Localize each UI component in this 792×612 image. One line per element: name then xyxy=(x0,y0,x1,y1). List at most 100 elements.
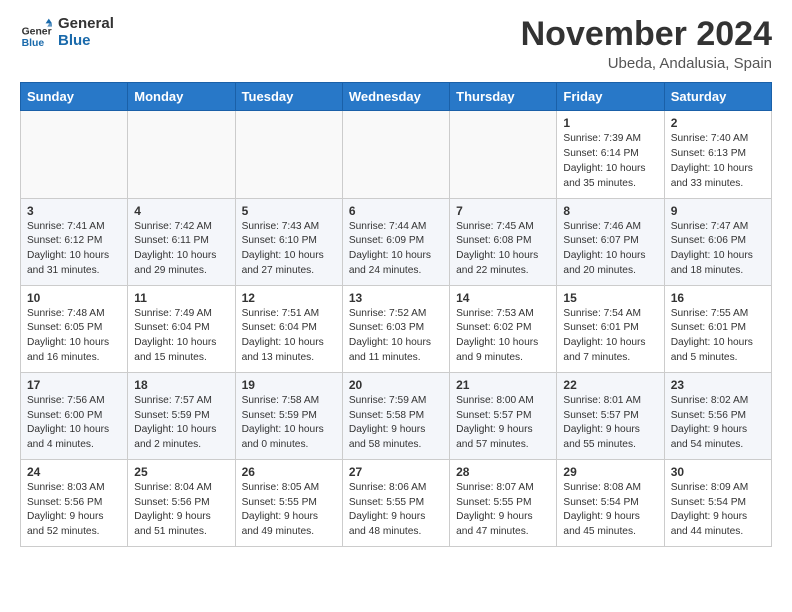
calendar-cell: 26 Sunrise: 8:05 AM Sunset: 5:55 PM Dayli… xyxy=(235,459,342,546)
day-number: 9 xyxy=(671,204,765,218)
day-number: 8 xyxy=(563,204,657,218)
calendar-cell: 3 Sunrise: 7:41 AM Sunset: 6:12 PM Daylig… xyxy=(21,198,128,285)
day-info: Sunrise: 7:39 AM Sunset: 6:14 PM Dayligh… xyxy=(563,132,657,191)
day-info: Sunrise: 7:47 AM Sunset: 6:06 PM Dayligh… xyxy=(671,220,765,279)
col-header-monday: Monday xyxy=(128,83,235,111)
day-number: 20 xyxy=(349,378,443,392)
col-header-saturday: Saturday xyxy=(664,83,771,111)
calendar-header-row: SundayMondayTuesdayWednesdayThursdayFrid… xyxy=(21,83,772,111)
day-number: 15 xyxy=(563,291,657,305)
calendar-cell xyxy=(450,111,557,198)
col-header-tuesday: Tuesday xyxy=(235,83,342,111)
day-info: Sunrise: 8:07 AM Sunset: 5:55 PM Dayligh… xyxy=(456,481,550,540)
calendar-week-row: 10 Sunrise: 7:48 AM Sunset: 6:05 PM Dayli… xyxy=(21,285,772,372)
day-number: 6 xyxy=(349,204,443,218)
calendar-cell: 22Sunrise: 8:01 AM Sunset: 5:57 PM Dayli… xyxy=(557,372,664,459)
day-number: 29 xyxy=(563,465,657,479)
day-info: Sunrise: 7:53 AM Sunset: 6:02 PM Dayligh… xyxy=(456,307,550,366)
day-info: Sunrise: 8:09 AM Sunset: 5:54 PM Dayligh… xyxy=(671,481,765,540)
calendar-cell: 1 Sunrise: 7:39 AM Sunset: 6:14 PM Daylig… xyxy=(557,111,664,198)
calendar-cell xyxy=(128,111,235,198)
calendar-cell: 20 Sunrise: 7:59 AM Sunset: 5:58 PM Dayli… xyxy=(342,372,449,459)
calendar-cell xyxy=(21,111,128,198)
page-container: General Blue General Blue November 2024 … xyxy=(0,0,792,567)
location: Ubeda, Andalusia, Spain xyxy=(521,55,772,72)
day-number: 26 xyxy=(242,465,336,479)
calendar-week-row: 3 Sunrise: 7:41 AM Sunset: 6:12 PM Daylig… xyxy=(21,198,772,285)
day-number: 30 xyxy=(671,465,765,479)
calendar-cell xyxy=(235,111,342,198)
day-number: 17 xyxy=(27,378,121,392)
day-number: 1 xyxy=(563,116,657,130)
day-info: Sunrise: 7:57 AM Sunset: 5:59 PM Dayligh… xyxy=(134,394,228,453)
day-number: 5 xyxy=(242,204,336,218)
calendar-cell: 13Sunrise: 7:52 AM Sunset: 6:03 PM Dayli… xyxy=(342,285,449,372)
day-number: 3 xyxy=(27,204,121,218)
calendar-week-row: 24Sunrise: 8:03 AM Sunset: 5:56 PM Dayli… xyxy=(21,459,772,546)
day-info: Sunrise: 7:59 AM Sunset: 5:58 PM Dayligh… xyxy=(349,394,443,453)
day-info: Sunrise: 7:45 AM Sunset: 6:08 PM Dayligh… xyxy=(456,220,550,279)
day-info: Sunrise: 7:41 AM Sunset: 6:12 PM Dayligh… xyxy=(27,220,121,279)
day-number: 25 xyxy=(134,465,228,479)
calendar-cell: 18 Sunrise: 7:57 AM Sunset: 5:59 PM Dayli… xyxy=(128,372,235,459)
col-header-sunday: Sunday xyxy=(21,83,128,111)
calendar-cell: 14 Sunrise: 7:53 AM Sunset: 6:02 PM Dayli… xyxy=(450,285,557,372)
calendar-cell: 7 Sunrise: 7:45 AM Sunset: 6:08 PM Daylig… xyxy=(450,198,557,285)
day-info: Sunrise: 8:06 AM Sunset: 5:55 PM Dayligh… xyxy=(349,481,443,540)
day-number: 28 xyxy=(456,465,550,479)
calendar-week-row: 1 Sunrise: 7:39 AM Sunset: 6:14 PM Daylig… xyxy=(21,111,772,198)
col-header-wednesday: Wednesday xyxy=(342,83,449,111)
calendar-cell: 19Sunrise: 7:58 AM Sunset: 5:59 PM Dayli… xyxy=(235,372,342,459)
day-number: 12 xyxy=(242,291,336,305)
col-header-thursday: Thursday xyxy=(450,83,557,111)
calendar-cell: 25 Sunrise: 8:04 AM Sunset: 5:56 PM Dayli… xyxy=(128,459,235,546)
calendar-cell xyxy=(342,111,449,198)
col-header-friday: Friday xyxy=(557,83,664,111)
day-number: 16 xyxy=(671,291,765,305)
day-info: Sunrise: 7:46 AM Sunset: 6:07 PM Dayligh… xyxy=(563,220,657,279)
calendar-cell: 23Sunrise: 8:02 AM Sunset: 5:56 PM Dayli… xyxy=(664,372,771,459)
day-info: Sunrise: 7:55 AM Sunset: 6:01 PM Dayligh… xyxy=(671,307,765,366)
day-number: 7 xyxy=(456,204,550,218)
logo-icon: General Blue xyxy=(20,17,52,49)
svg-text:General: General xyxy=(22,26,52,37)
day-number: 10 xyxy=(27,291,121,305)
svg-text:Blue: Blue xyxy=(22,37,45,48)
calendar-cell: 5Sunrise: 7:43 AM Sunset: 6:10 PM Daylig… xyxy=(235,198,342,285)
day-info: Sunrise: 8:05 AM Sunset: 5:55 PM Dayligh… xyxy=(242,481,336,540)
day-number: 22 xyxy=(563,378,657,392)
page-header: General Blue General Blue November 2024 … xyxy=(20,16,772,72)
day-number: 2 xyxy=(671,116,765,130)
month-title: November 2024 xyxy=(521,16,772,53)
calendar-cell: 28 Sunrise: 8:07 AM Sunset: 5:55 PM Dayli… xyxy=(450,459,557,546)
day-number: 23 xyxy=(671,378,765,392)
calendar-cell: 8 Sunrise: 7:46 AM Sunset: 6:07 PM Daylig… xyxy=(557,198,664,285)
calendar-cell: 11Sunrise: 7:49 AM Sunset: 6:04 PM Dayli… xyxy=(128,285,235,372)
day-info: Sunrise: 8:04 AM Sunset: 5:56 PM Dayligh… xyxy=(134,481,228,540)
calendar-cell: 24Sunrise: 8:03 AM Sunset: 5:56 PM Dayli… xyxy=(21,459,128,546)
day-info: Sunrise: 7:44 AM Sunset: 6:09 PM Dayligh… xyxy=(349,220,443,279)
calendar-table: SundayMondayTuesdayWednesdayThursdayFrid… xyxy=(20,82,772,547)
day-info: Sunrise: 7:56 AM Sunset: 6:00 PM Dayligh… xyxy=(27,394,121,453)
calendar-cell: 4Sunrise: 7:42 AM Sunset: 6:11 PM Daylig… xyxy=(128,198,235,285)
logo: General Blue General Blue xyxy=(20,16,114,49)
calendar-cell: 27 Sunrise: 8:06 AM Sunset: 5:55 PM Dayli… xyxy=(342,459,449,546)
calendar-cell: 21 Sunrise: 8:00 AM Sunset: 5:57 PM Dayli… xyxy=(450,372,557,459)
day-number: 14 xyxy=(456,291,550,305)
day-number: 27 xyxy=(349,465,443,479)
calendar-cell: 17 Sunrise: 7:56 AM Sunset: 6:00 PM Dayli… xyxy=(21,372,128,459)
day-number: 18 xyxy=(134,378,228,392)
calendar-week-row: 17 Sunrise: 7:56 AM Sunset: 6:00 PM Dayli… xyxy=(21,372,772,459)
day-number: 19 xyxy=(242,378,336,392)
calendar-cell: 15 Sunrise: 7:54 AM Sunset: 6:01 PM Dayli… xyxy=(557,285,664,372)
calendar-cell: 9 Sunrise: 7:47 AM Sunset: 6:06 PM Daylig… xyxy=(664,198,771,285)
day-info: Sunrise: 7:52 AM Sunset: 6:03 PM Dayligh… xyxy=(349,307,443,366)
day-info: Sunrise: 7:51 AM Sunset: 6:04 PM Dayligh… xyxy=(242,307,336,366)
day-info: Sunrise: 7:48 AM Sunset: 6:05 PM Dayligh… xyxy=(27,307,121,366)
day-info: Sunrise: 7:40 AM Sunset: 6:13 PM Dayligh… xyxy=(671,132,765,191)
logo-general: General xyxy=(58,16,114,33)
day-info: Sunrise: 7:54 AM Sunset: 6:01 PM Dayligh… xyxy=(563,307,657,366)
day-number: 4 xyxy=(134,204,228,218)
day-info: Sunrise: 8:00 AM Sunset: 5:57 PM Dayligh… xyxy=(456,394,550,453)
day-number: 21 xyxy=(456,378,550,392)
